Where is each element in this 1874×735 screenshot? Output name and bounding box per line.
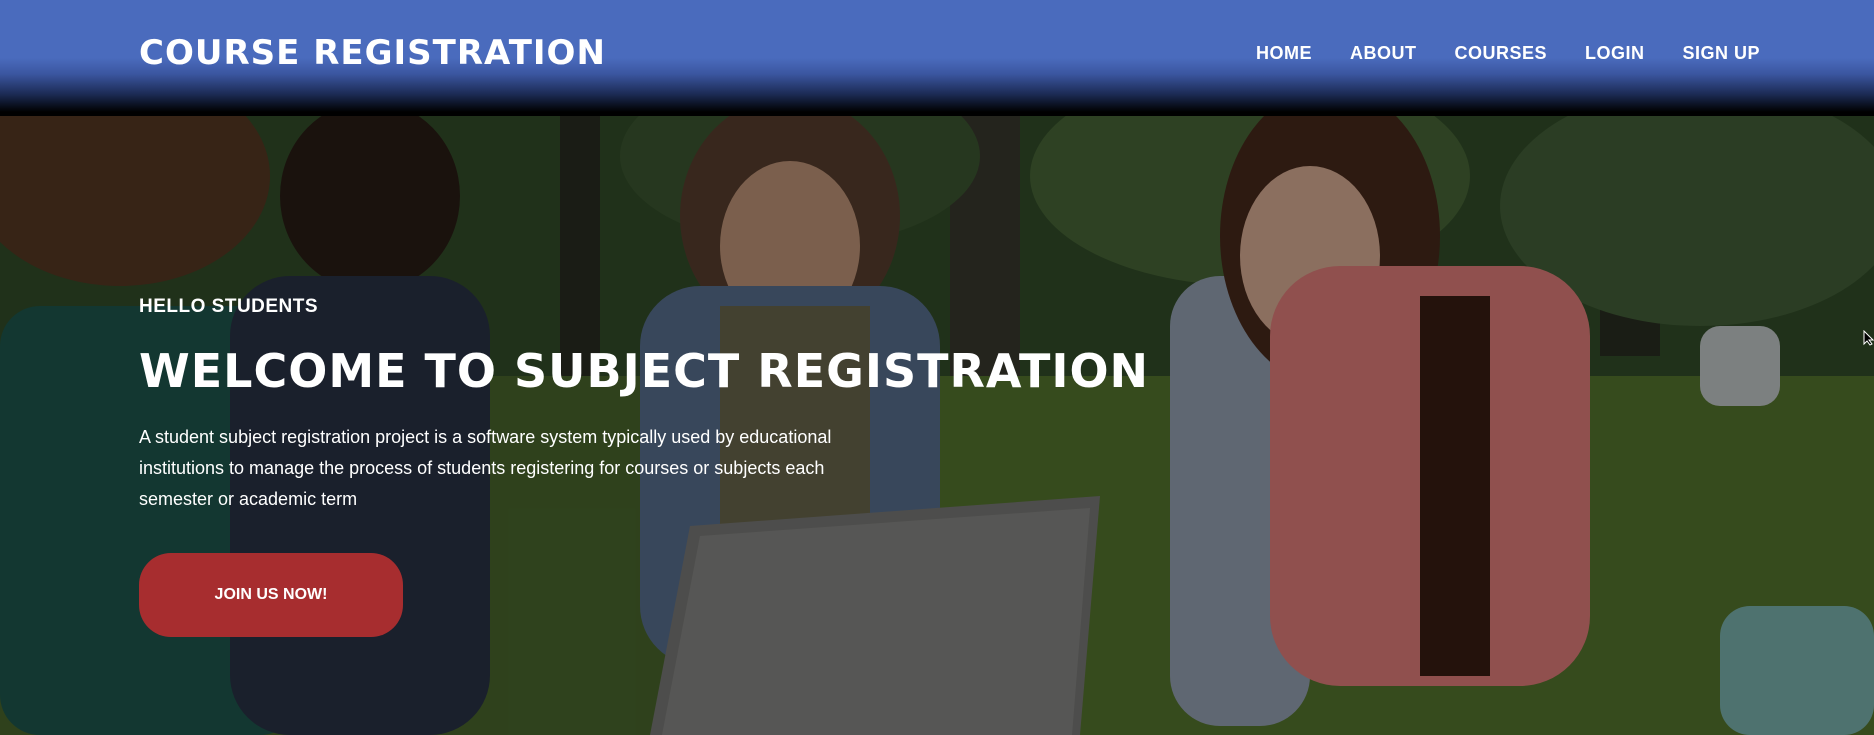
nav-sign-up[interactable]: SIGN UP [1682,43,1760,64]
join-us-button[interactable]: JOIN US NOW! [139,553,403,637]
site-header: COURSE REGISTRATION HOME ABOUT COURSES L… [0,0,1874,116]
nav-login[interactable]: LOGIN [1585,43,1645,64]
nav-courses[interactable]: COURSES [1454,43,1547,64]
hero-headline: WELCOME TO SUBJECT REGISTRATION [139,344,1150,398]
nav-home[interactable]: HOME [1256,43,1312,64]
mouse-cursor-icon [1863,330,1874,346]
nav-about[interactable]: ABOUT [1350,43,1417,64]
hero-content: HELLO STUDENTS WELCOME TO SUBJECT REGIST… [139,116,1239,735]
brand-logo-text[interactable]: COURSE REGISTRATION [139,33,606,73]
hero-section: HELLO STUDENTS WELCOME TO SUBJECT REGIST… [0,116,1874,735]
main-nav: HOME ABOUT COURSES LOGIN SIGN UP [1256,43,1760,64]
hero-greeting: HELLO STUDENTS [139,296,319,317]
hero-description: A student subject registration project i… [139,427,832,509]
